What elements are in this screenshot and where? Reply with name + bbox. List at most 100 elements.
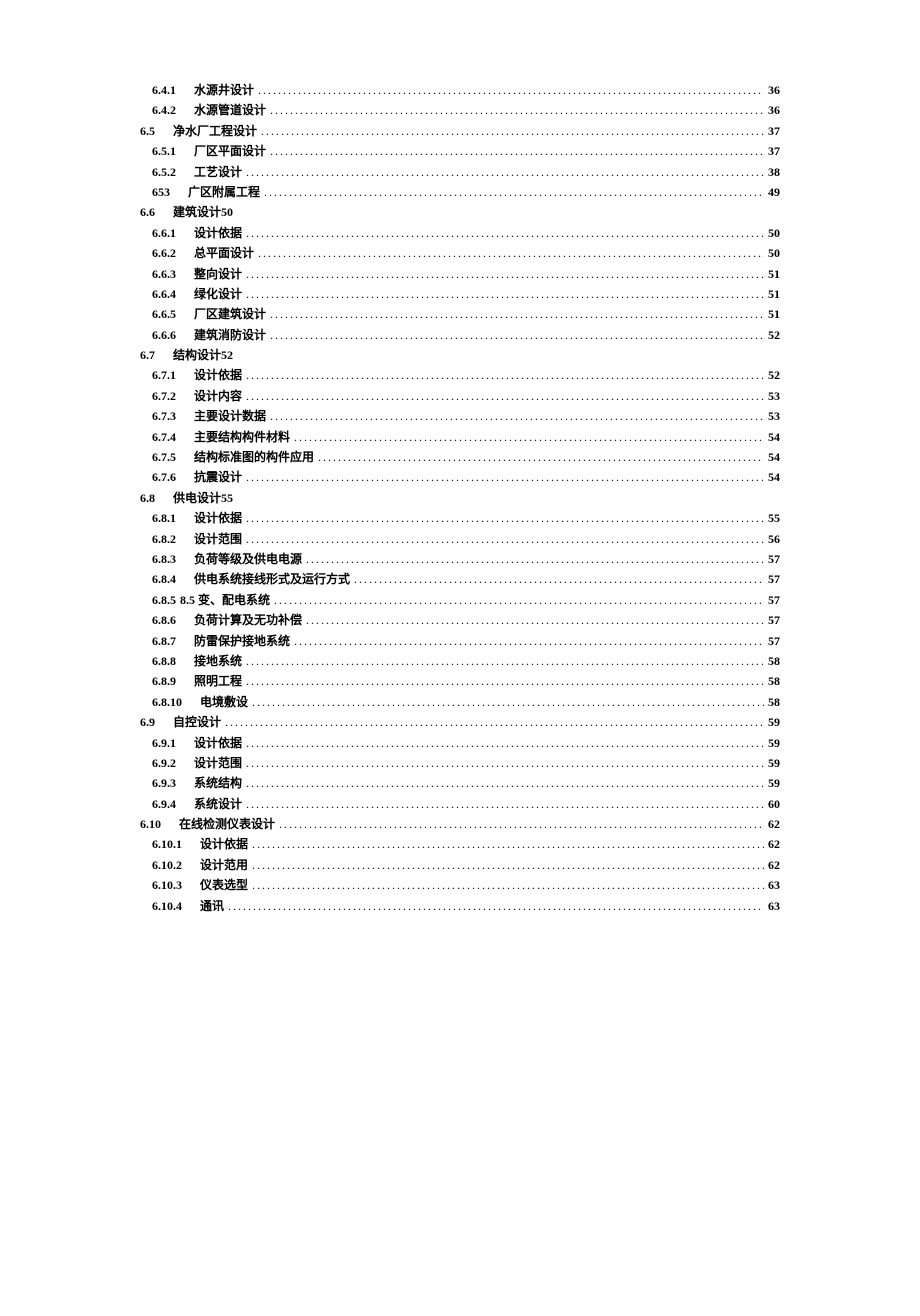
- toc-number: 6.8.10: [152, 692, 182, 712]
- toc-leader-dots: [246, 508, 764, 528]
- toc-page-number: 60: [768, 794, 780, 814]
- toc-page-number: 38: [768, 162, 780, 182]
- toc-number: 6.8.8: [152, 651, 176, 671]
- toc-row: 6.9.3系统结构59: [140, 773, 780, 793]
- toc-leader-dots: [246, 529, 764, 549]
- toc-row: 6.9.4系统设计60: [140, 794, 780, 814]
- toc-title: 结构标准图的构件应用: [194, 447, 314, 467]
- toc-leader-dots: [246, 773, 764, 793]
- toc-row: 6.10.2设计范用62: [140, 855, 780, 875]
- toc-leader-dots: [270, 304, 764, 324]
- toc-leader-dots: [252, 692, 764, 712]
- toc-number: 6.7.5: [152, 447, 176, 467]
- toc-number: 6.8.4: [152, 569, 176, 589]
- toc-title: 设计依据: [194, 508, 242, 528]
- toc-leader-dots: [252, 855, 764, 875]
- toc-number: 6.9.3: [152, 773, 176, 793]
- toc-row: 6.10.3仪表选型63: [140, 875, 780, 895]
- toc-row: 6.8.3负荷等级及供电电源57: [140, 549, 780, 569]
- toc-number: 6.6: [140, 202, 155, 222]
- toc-row: 6.10在线检测仪表设计62: [140, 814, 780, 834]
- toc-page-number: 58: [768, 692, 780, 712]
- toc-title: 自控设计: [173, 712, 221, 732]
- toc-leader-dots: [294, 427, 764, 447]
- toc-title: 广区附属工程: [188, 182, 260, 202]
- toc-title: 仪表选型: [200, 875, 248, 895]
- toc-row: 6.4.1水源井设计36: [140, 80, 780, 100]
- toc-leader-dots: [258, 243, 764, 263]
- toc-page-number: 52: [768, 365, 780, 385]
- toc-number: 6.6.4: [152, 284, 176, 304]
- toc-title: 工艺设计: [194, 162, 242, 182]
- toc-number: 6.8.3: [152, 549, 176, 569]
- toc-number: 6.7.6: [152, 467, 176, 487]
- toc-page-number: 54: [768, 427, 780, 447]
- toc-row: 6.8.58.5 变、配电系统57: [140, 590, 780, 610]
- toc-row: 6.6.6建筑消防设计52: [140, 325, 780, 345]
- toc-title: 厂区建筑设计: [194, 304, 266, 324]
- toc-row: 6.8.6负荷计算及无功补偿57: [140, 610, 780, 630]
- toc-row: 6.7.2设计内容53: [140, 386, 780, 406]
- toc-number: 6.7.4: [152, 427, 176, 447]
- toc-leader-dots: [246, 284, 764, 304]
- toc-page-number: 51: [768, 284, 780, 304]
- toc-page-number: 53: [768, 406, 780, 426]
- toc-leader-dots: [246, 671, 764, 691]
- toc-number: 6.6.5: [152, 304, 176, 324]
- toc-page-number: 37: [768, 141, 780, 161]
- toc-leader-dots: [294, 631, 764, 651]
- toc-row: 6.8供电设计55: [140, 488, 780, 508]
- toc-leader-dots: [246, 733, 764, 753]
- toc-title: 设计依据: [194, 223, 242, 243]
- toc-leader-dots: [264, 182, 764, 202]
- toc-title: 总平面设计: [194, 243, 254, 263]
- toc-title: 设计范围: [194, 753, 242, 773]
- toc-title: 防雷保护接地系统: [194, 631, 290, 651]
- toc-number: 6.7: [140, 345, 155, 365]
- toc-title: 通讯: [200, 896, 224, 916]
- toc-row: 6.6.5厂区建筑设计51: [140, 304, 780, 324]
- toc-title: 设计范围: [194, 529, 242, 549]
- toc-page-number: 50: [768, 243, 780, 263]
- toc-number: 6.10.2: [152, 855, 182, 875]
- toc-leader-dots: [270, 141, 764, 161]
- toc-row: 6.8.2设计范围56: [140, 529, 780, 549]
- toc-row: 6.5净水厂工程设计37: [140, 121, 780, 141]
- toc-leader-dots: [270, 100, 764, 120]
- toc-title: 主要结构构件材料: [194, 427, 290, 447]
- toc-row: 6.4.2水源管道设计36: [140, 100, 780, 120]
- toc-row: 6.6建筑设计50: [140, 202, 780, 222]
- toc-leader-dots: [246, 386, 764, 406]
- toc-leader-dots: [246, 467, 764, 487]
- toc-row: 6.9.1设计依据59: [140, 733, 780, 753]
- toc-row: 6.10.4通讯63: [140, 896, 780, 916]
- toc-title: 负荷计算及无功补偿: [194, 610, 302, 630]
- toc-row: 6.8.9照明工程58: [140, 671, 780, 691]
- toc-page-number: 53: [768, 386, 780, 406]
- toc-leader-dots: [246, 264, 764, 284]
- toc-row: 6.6.2总平面设计50: [140, 243, 780, 263]
- toc-number: 6.7.1: [152, 365, 176, 385]
- toc-leader-dots: [274, 590, 764, 610]
- toc-leader-dots: [246, 162, 764, 182]
- toc-leader-dots: [354, 569, 764, 589]
- toc-leader-dots: [306, 610, 764, 630]
- toc-number: 6.8.6: [152, 610, 176, 630]
- toc-number: 653: [152, 182, 170, 202]
- toc-page-number: 63: [768, 875, 780, 895]
- toc-page-number: 58: [768, 671, 780, 691]
- toc-title: 负荷等级及供电电源: [194, 549, 302, 569]
- toc-row: 6.9自控设计59: [140, 712, 780, 732]
- toc-number: 6.8.1: [152, 508, 176, 528]
- toc-page-number: 59: [768, 712, 780, 732]
- toc-number: 6.7.2: [152, 386, 176, 406]
- toc-leader-dots: [270, 406, 764, 426]
- toc-number: 6.5: [140, 121, 155, 141]
- toc-row: 6.6.4绿化设计51: [140, 284, 780, 304]
- toc-row: 6.7.3主要设计数据53: [140, 406, 780, 426]
- toc-number: 6.8.5: [152, 590, 176, 610]
- toc-row: 6.8.1设计依据55: [140, 508, 780, 528]
- toc-row: 6.6.1设计依据50: [140, 223, 780, 243]
- toc-page-number: 57: [768, 590, 780, 610]
- toc-page-number: 36: [768, 80, 780, 100]
